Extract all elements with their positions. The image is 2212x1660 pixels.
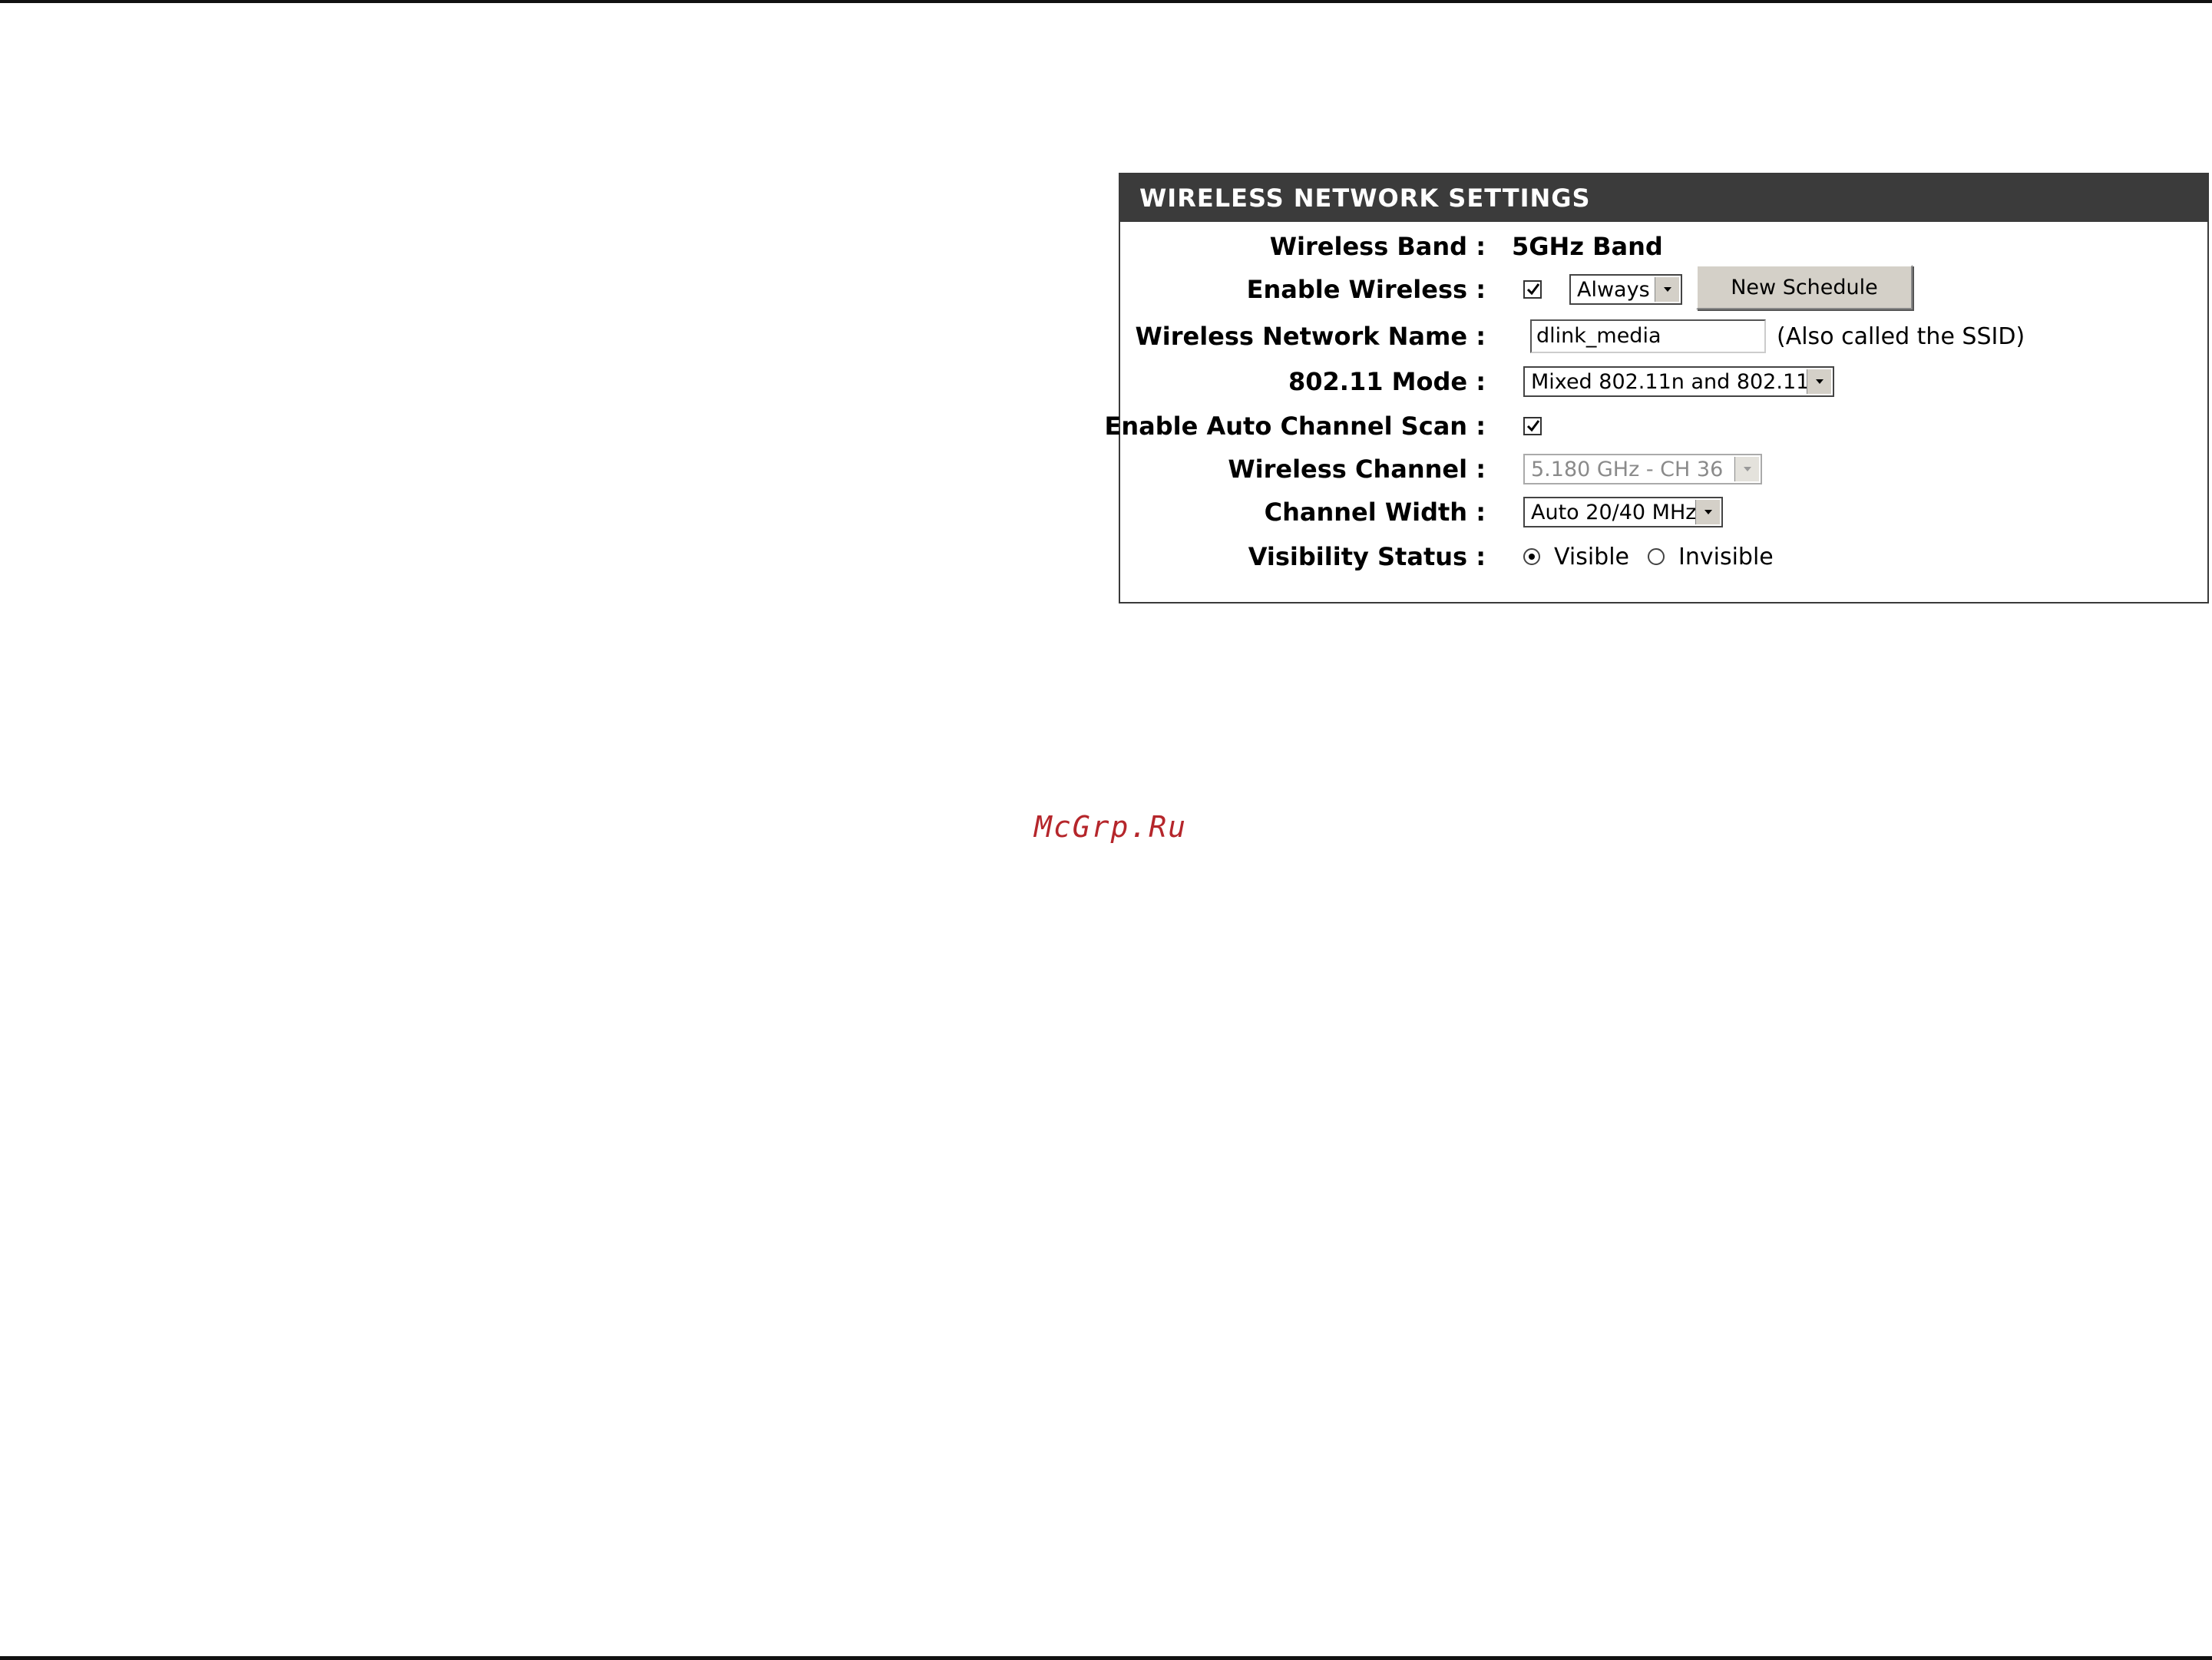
row-visibility-status: Visibility Status : Visible Invisible (1120, 538, 2207, 575)
row-80211-mode: 802.11 Mode : Mixed 802.11n and 802.11a (1120, 363, 2207, 400)
mode-label: 802.11 Mode : (1288, 367, 1486, 396)
row-enable-wireless: Enable Wireless : Always New Schedule (1120, 265, 2207, 309)
channel-width-select-value: Auto 20/40 MHz (1531, 500, 1697, 524)
check-icon (1526, 420, 1540, 432)
row-channel-width: Channel Width : Auto 20/40 MHz (1120, 494, 2207, 531)
panel-title: WIRELESS NETWORK SETTINGS (1120, 174, 2207, 222)
chevron-down-icon (1655, 277, 1679, 302)
network-name-label: Wireless Network Name : (1135, 322, 1486, 351)
row-wireless-channel: Wireless Channel : 5.180 GHz - CH 36 (1120, 451, 2207, 488)
wireless-network-settings-panel: WIRELESS NETWORK SETTINGS Wireless Band … (1105, 173, 2209, 603)
bottom-rule (0, 1656, 2212, 1660)
mode-select-value: Mixed 802.11n and 802.11a (1531, 369, 1822, 394)
channel-select-value: 5.180 GHz - CH 36 (1531, 457, 1724, 481)
chevron-down-icon (1807, 369, 1831, 394)
enable-wireless-checkbox[interactable] (1523, 280, 1542, 299)
schedule-select[interactable]: Always (1569, 274, 1682, 305)
row-auto-channel-scan: Enable Auto Channel Scan : (1105, 408, 2207, 445)
chevron-down-icon (1695, 500, 1720, 524)
wireless-band-label: Wireless Band : (1269, 232, 1486, 261)
invisible-radio-label: Invisible (1678, 543, 1774, 570)
visible-radio[interactable] (1523, 548, 1540, 565)
top-rule (0, 0, 2212, 3)
new-schedule-button[interactable]: New Schedule (1696, 265, 1913, 309)
channel-width-select[interactable]: Auto 20/40 MHz (1523, 497, 1723, 527)
channel-label: Wireless Channel : (1228, 455, 1486, 484)
row-wireless-band: Wireless Band : 5GHz Band (1120, 228, 2207, 265)
invisible-radio[interactable] (1648, 548, 1665, 565)
chevron-down-icon (1734, 457, 1759, 481)
auto-channel-checkbox[interactable] (1523, 417, 1542, 435)
wireless-band-value: 5GHz Band (1512, 232, 1663, 261)
mode-select[interactable]: Mixed 802.11n and 802.11a (1523, 366, 1834, 397)
ssid-note: (Also called the SSID) (1777, 322, 2025, 350)
watermark: McGrp.Ru (1034, 810, 1188, 844)
channel-width-label: Channel Width : (1264, 498, 1486, 527)
enable-wireless-label: Enable Wireless : (1246, 275, 1486, 304)
check-icon (1526, 283, 1540, 296)
visible-radio-label: Visible (1554, 543, 1629, 570)
schedule-select-value: Always (1577, 277, 1650, 302)
auto-channel-label: Enable Auto Channel Scan : (1104, 412, 1486, 441)
visibility-label: Visibility Status : (1248, 542, 1486, 571)
row-network-name: Wireless Network Name : dlink_media (Als… (1120, 318, 2207, 355)
network-name-input[interactable]: dlink_media (1530, 319, 1766, 353)
channel-select[interactable]: 5.180 GHz - CH 36 (1523, 454, 1762, 484)
